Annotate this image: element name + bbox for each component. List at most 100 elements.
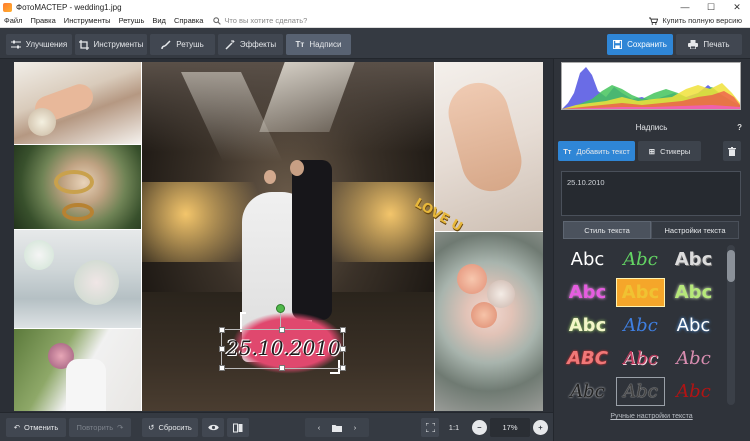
- menu-help[interactable]: Справка: [170, 16, 207, 25]
- text-style-preset[interactable]: Abc: [669, 245, 718, 274]
- undo-label: Отменить: [24, 423, 59, 432]
- date-caption: 25.10.2010: [226, 336, 341, 360]
- redo-button[interactable]: Повторить ↷: [69, 418, 131, 437]
- text-style-preset[interactable]: Abc: [616, 245, 665, 274]
- text-style-preset[interactable]: Abc: [616, 344, 665, 373]
- tab-text-style[interactable]: Стиль текста: [563, 221, 651, 239]
- tab-label: Надписи: [309, 40, 342, 49]
- cart-icon: [649, 17, 659, 25]
- text-style-preset[interactable]: Abc: [563, 377, 612, 406]
- text-style-preset[interactable]: Abc: [616, 377, 665, 406]
- close-button[interactable]: ✕: [724, 0, 750, 14]
- tab-label: Эффекты: [239, 40, 277, 49]
- tab-label: Инструменты: [93, 40, 144, 49]
- resize-handle-ne[interactable]: [340, 327, 346, 333]
- menu-tools[interactable]: Инструменты: [60, 16, 115, 25]
- reset-button[interactable]: ↺ Сбросить: [142, 418, 198, 437]
- resize-handle-n[interactable]: [279, 327, 285, 333]
- tab-retouch[interactable]: Ретушь: [150, 34, 215, 55]
- menu-retouch[interactable]: Ретушь: [115, 16, 149, 25]
- text-style-preset[interactable]: Abc: [669, 278, 718, 307]
- tab-label: Ретушь: [176, 40, 204, 49]
- next-image-button[interactable]: ›: [346, 423, 364, 432]
- text-style-preset[interactable]: Abc: [669, 377, 718, 406]
- print-button[interactable]: Печать: [676, 34, 742, 55]
- zoom-out-button[interactable]: −: [472, 420, 487, 435]
- text-style-preset[interactable]: Abc: [563, 311, 612, 340]
- caption-text-input[interactable]: 25.10.2010: [561, 171, 741, 216]
- zoom-value: 17%: [502, 423, 518, 432]
- reset-label: Сбросить: [158, 423, 192, 432]
- folder-icon[interactable]: [332, 424, 342, 432]
- prev-image-button[interactable]: ‹: [310, 423, 328, 432]
- rotate-handle[interactable]: [276, 304, 285, 313]
- title-bar: ФотоМАСТЕР - wedding1.jpg — ☐ ✕: [0, 0, 750, 14]
- minimize-button[interactable]: —: [672, 0, 698, 14]
- photo-bride-hands: [435, 62, 543, 231]
- sticker-plus-icon: ⊞: [648, 146, 656, 156]
- text-style-preset[interactable]: Abc: [616, 278, 665, 307]
- delete-button[interactable]: [723, 141, 741, 161]
- resize-handle-nw[interactable]: [219, 327, 225, 333]
- zoom-field[interactable]: 17%: [490, 418, 530, 437]
- save-label: Сохранить: [627, 40, 667, 49]
- menu-view[interactable]: Вид: [148, 16, 170, 25]
- photo-collage[interactable]: LOVE U 25.10.2010: [14, 62, 543, 411]
- zoom-in-button[interactable]: +: [533, 420, 548, 435]
- maximize-button[interactable]: ☐: [698, 0, 724, 14]
- save-button[interactable]: Сохранить: [607, 34, 673, 55]
- bottom-bar: ↶ Отменить Повторить ↷ ↺ Сбросить ‹ › 1:…: [0, 412, 553, 441]
- text-selection-box[interactable]: 25.10.2010: [219, 304, 346, 371]
- tab-tools[interactable]: Инструменты: [75, 34, 147, 55]
- ratio-label: 1:1: [448, 423, 460, 432]
- tab-enhancements[interactable]: Улучшения: [6, 34, 72, 55]
- command-search[interactable]: Что вы хотите сделать?: [213, 16, 307, 25]
- tab-captions[interactable]: Tт Надписи: [286, 34, 351, 55]
- text-style-preset[interactable]: Abc: [669, 344, 718, 373]
- tab-text-settings[interactable]: Настройки текста: [651, 221, 739, 239]
- add-text-button[interactable]: Tт Добавить текст: [558, 141, 635, 161]
- text-style-preset[interactable]: ABC: [563, 344, 612, 373]
- buy-label: Купить полную версию: [662, 16, 742, 25]
- photo-hands-rings: [14, 62, 141, 144]
- manual-text-settings-link[interactable]: Ручные настройки текста: [553, 413, 750, 420]
- magic-wand-icon: [225, 39, 235, 50]
- histogram-graph: [562, 67, 740, 109]
- text-style-preset[interactable]: Abc: [563, 278, 612, 307]
- undo-button[interactable]: ↶ Отменить: [6, 418, 66, 437]
- minus-icon: −: [477, 423, 482, 432]
- stickers-button[interactable]: ⊞ Стикеры: [638, 141, 701, 161]
- menu-edit[interactable]: Правка: [26, 16, 59, 25]
- menu-file[interactable]: Файл: [0, 16, 26, 25]
- resize-handle-s[interactable]: [279, 365, 285, 371]
- floppy-icon: [613, 40, 623, 49]
- crop-icon: [78, 39, 89, 50]
- text-style-preset[interactable]: Abc: [616, 311, 665, 340]
- text-style-preset[interactable]: Abc: [563, 245, 612, 274]
- print-label: Печать: [703, 40, 730, 49]
- text-add-icon: Tт: [563, 146, 572, 156]
- compare-button[interactable]: [227, 418, 249, 437]
- app-icon: [3, 2, 12, 12]
- text-style-preset[interactable]: Abc: [669, 311, 718, 340]
- add-text-label: Добавить текст: [576, 146, 630, 156]
- fit-screen-button[interactable]: [421, 418, 439, 437]
- buy-full-version-link[interactable]: Купить полную версию: [649, 14, 742, 28]
- resize-handle-se[interactable]: [340, 365, 346, 371]
- main-toolbar: Улучшения Инструменты Ретушь Эффекты Tт …: [0, 28, 750, 59]
- styles-scrollbar-thumb[interactable]: [727, 250, 735, 282]
- reset-icon: ↺: [148, 423, 155, 432]
- file-navigator: ‹ ›: [305, 418, 369, 437]
- photo-bouquet: [435, 232, 543, 411]
- window-title: ФотоМАСТЕР - wedding1.jpg: [16, 2, 122, 12]
- text-tool-icon: Tт: [295, 40, 305, 49]
- resize-handle-sw[interactable]: [219, 365, 225, 371]
- trash-icon: [728, 146, 736, 156]
- photo-bride-bouquet-small: [14, 329, 141, 411]
- actual-size-button[interactable]: 1:1: [444, 418, 464, 437]
- tab-effects[interactable]: Эффекты: [218, 34, 283, 55]
- brush-icon: [161, 39, 171, 49]
- preview-button[interactable]: [202, 418, 224, 437]
- help-button[interactable]: ?: [737, 120, 742, 136]
- menu-bar: Файл Правка Инструменты Ретушь Вид Справ…: [0, 14, 750, 28]
